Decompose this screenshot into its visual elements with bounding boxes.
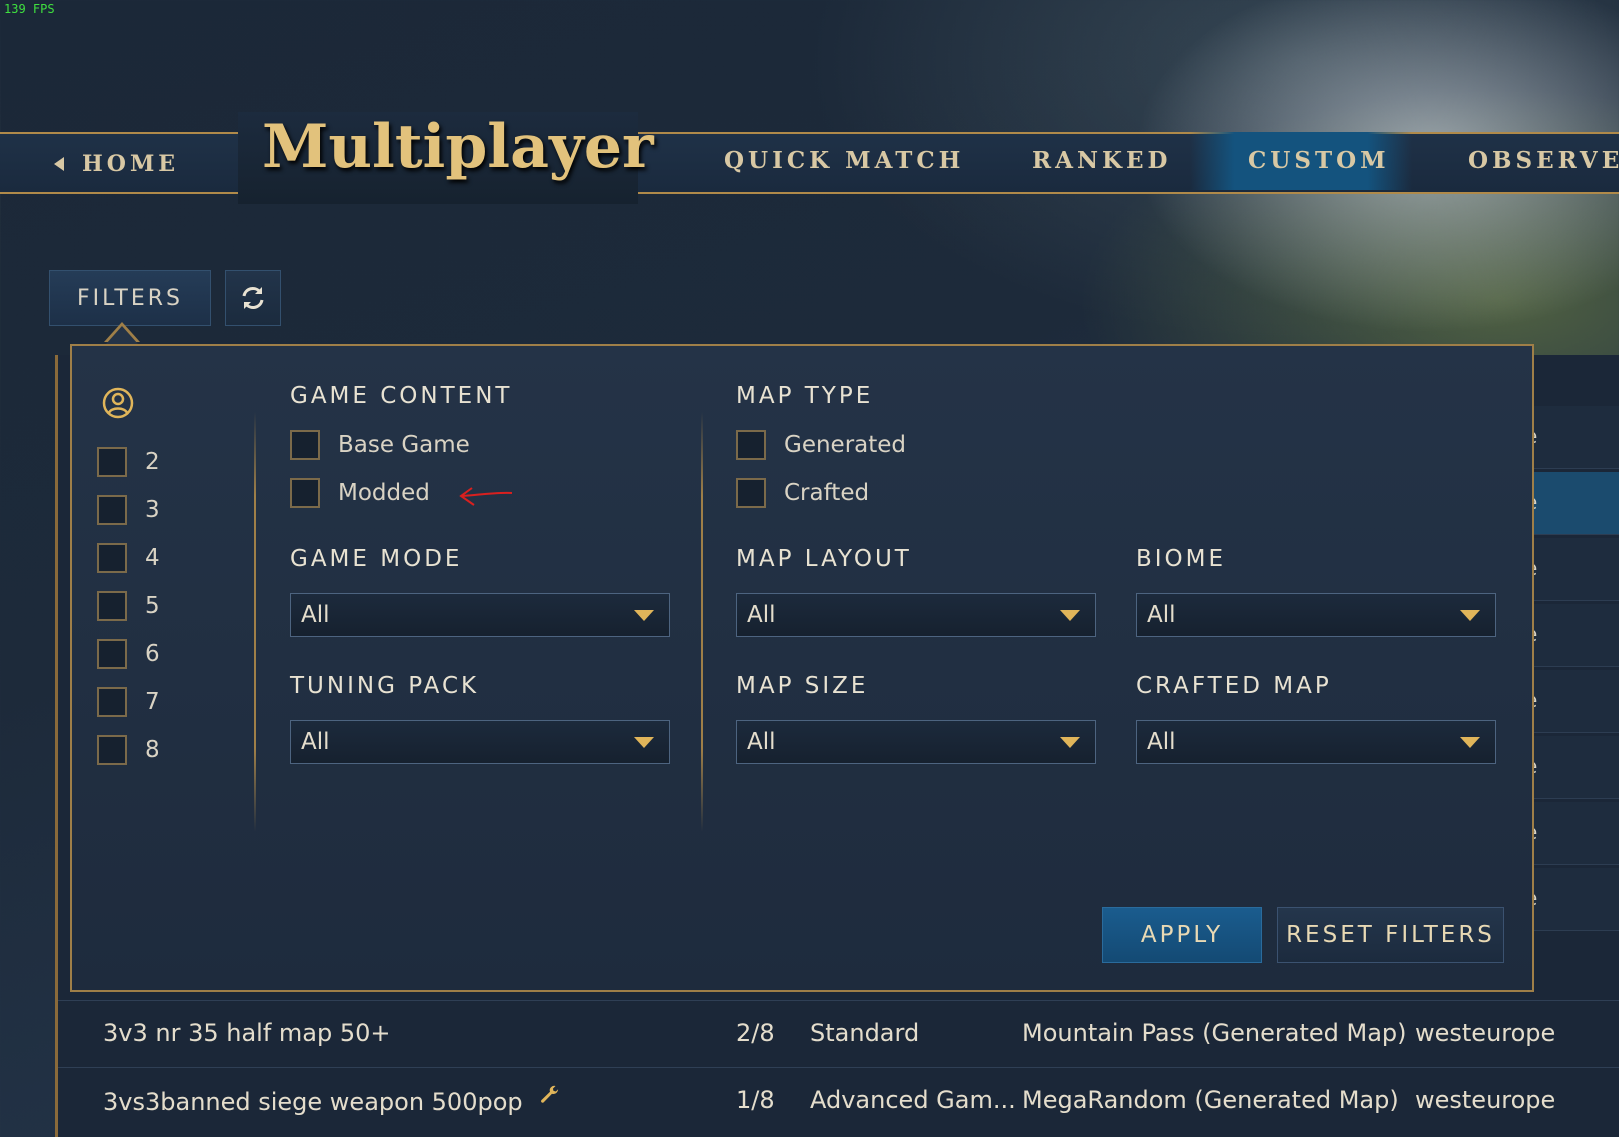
checkbox[interactable] [290,478,320,508]
checkbox[interactable] [290,430,320,460]
player-count-option[interactable]: 6 [97,639,160,669]
list-row-fragment[interactable]: e [1520,406,1619,469]
chevron-down-icon [1460,737,1480,748]
tab-ranked[interactable]: RANKED [1004,132,1199,190]
lobby-name: 3v3 nr 35 half map 50+ [103,1019,391,1047]
lobby-region: westeurope [1415,1086,1556,1114]
player-count-option[interactable]: 2 [97,447,160,477]
biome-label: BIOME [1136,546,1227,572]
player-count-option[interactable]: 5 [97,591,160,621]
table-row[interactable]: 3vs3banned siege weapon 500pop 1/8 Advan… [58,1067,1619,1134]
player-count-option[interactable]: 7 [97,687,160,717]
crafted-map-select[interactable]: All [1136,720,1496,764]
tuning-pack-select[interactable]: All [290,720,670,764]
checkbox[interactable] [97,543,127,573]
game-mode-label: GAME MODE [290,546,463,572]
lobby-mode: Standard [810,1019,920,1047]
lobby-players: 1/8 [736,1086,775,1114]
home-label: HOME [82,151,180,177]
player-count-option[interactable]: 8 [97,735,160,765]
lobby-name: 3vs3banned siege weapon 500pop [103,1085,562,1116]
map-type-label: MAP TYPE [736,383,874,409]
biome-select[interactable]: All [1136,593,1496,637]
divider [701,412,703,832]
checkbox[interactable] [97,687,127,717]
player-count-option[interactable]: 3 [97,495,160,525]
lobby-region: westeurope [1415,1019,1556,1047]
checkbox[interactable] [97,591,127,621]
generated-option[interactable]: Generated [736,430,906,460]
map-layout-label: MAP LAYOUT [736,546,912,572]
map-size-label: MAP SIZE [736,673,869,699]
tab-custom[interactable]: CUSTOM [1190,132,1412,190]
modded-option[interactable]: Modded [290,478,430,508]
game-mode-select[interactable]: All [290,593,670,637]
page-title: Multiplayer [262,112,654,182]
list-row-fragment[interactable]: e [1520,538,1619,601]
refresh-icon [242,287,264,309]
back-arrow-icon [54,157,64,171]
tuning-pack-label: TUNING PACK [290,673,480,699]
fps-counter: 139 FPS [4,2,55,16]
divider [254,412,256,832]
list-row-fragment[interactable]: e [1520,802,1619,865]
checkbox[interactable] [97,495,127,525]
chevron-down-icon [634,737,654,748]
lobby-mode: Advanced Gam... [810,1086,1016,1114]
chevron-down-icon [1060,737,1080,748]
chevron-down-icon [634,610,654,621]
game-content-label: GAME CONTENT [290,383,513,409]
filters-button[interactable]: FILTERS [49,270,211,326]
checkbox[interactable] [736,430,766,460]
map-size-select[interactable]: All [736,720,1096,764]
player-icon [102,387,134,419]
base-game-option[interactable]: Base Game [290,430,470,460]
lobby-map: MegaRandom (Generated Map) [1022,1086,1399,1114]
lobby-players: 2/8 [736,1019,775,1047]
list-row-fragment[interactable]: e [1520,670,1619,733]
checkbox[interactable] [97,447,127,477]
chevron-down-icon [1460,610,1480,621]
apply-button[interactable]: APPLY [1102,907,1262,963]
annotation-arrow-icon [459,487,513,506]
crafted-option[interactable]: Crafted [736,478,869,508]
table-row[interactable]: 3v3 nr 35 half map 50+ 2/8 Standard Moun… [58,1000,1619,1067]
chevron-down-icon [1060,610,1080,621]
tab-observe[interactable]: OBSERVE [1440,132,1619,190]
map-layout-select[interactable]: All [736,593,1096,637]
list-row-fragment[interactable]: e [1520,604,1619,667]
tab-quick-match[interactable]: QUICK MATCH [696,132,992,190]
list-row-fragment[interactable]: e [1520,736,1619,799]
refresh-button[interactable] [225,270,281,326]
wrench-icon [541,1085,559,1103]
list-row-fragment-selected[interactable]: e [1520,472,1619,535]
crafted-map-label: CRAFTED MAP [1136,673,1332,699]
player-count-option[interactable]: 4 [97,543,160,573]
checkbox[interactable] [97,735,127,765]
reset-filters-button[interactable]: RESET FILTERS [1277,907,1504,963]
checkbox[interactable] [97,639,127,669]
list-row-fragment[interactable]: e [1520,868,1619,931]
home-button[interactable]: HOME [54,151,180,177]
checkbox[interactable] [736,478,766,508]
lobby-map: Mountain Pass (Generated Map) [1022,1019,1407,1047]
